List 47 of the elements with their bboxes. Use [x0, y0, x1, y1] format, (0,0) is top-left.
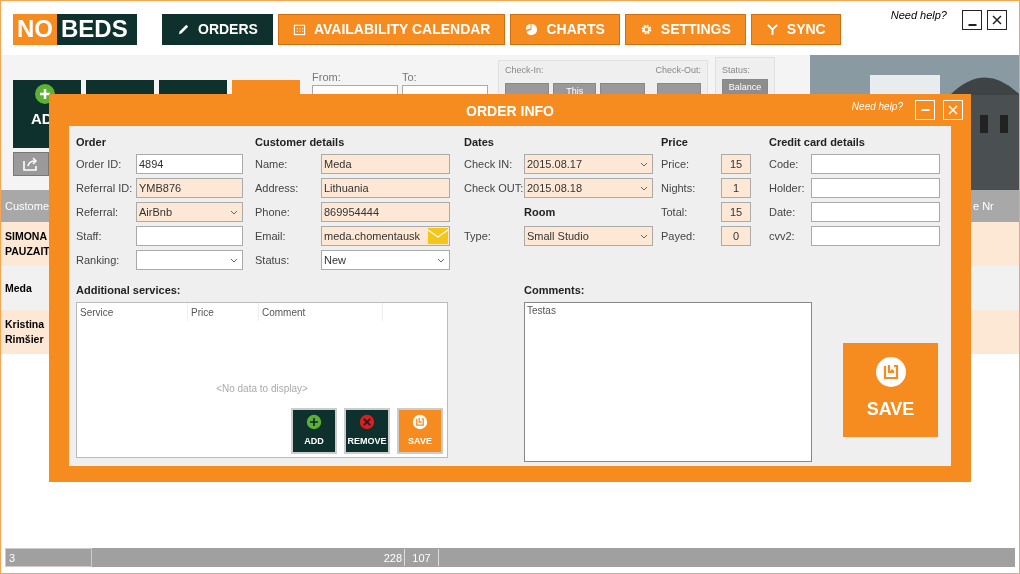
field-label: To: [402, 71, 418, 83]
field-label: Referral ID: [76, 182, 134, 194]
logo: NO BEDS [13, 13, 137, 45]
field-label: Code: [769, 158, 800, 170]
column-header: Price [188, 303, 259, 321]
field-label: Check-In: [505, 65, 544, 75]
section-heading: Additional services: [76, 283, 182, 298]
field-label: Check IN: [464, 158, 514, 170]
field-label: Status: [255, 254, 291, 266]
field-label: cvv2: [769, 230, 796, 242]
field-label: Referral: [76, 206, 120, 218]
field-label: Staff: [76, 230, 103, 242]
table-cell-text: Kristina Rimšier [4, 317, 46, 347]
table-cell-text: Meda [4, 280, 33, 296]
column-header: Custome [4, 199, 49, 214]
field-label: Check OUT: [464, 182, 524, 194]
field-label: Price: [661, 158, 691, 170]
status-cell: 107 [405, 549, 439, 566]
section-heading: Room [524, 205, 556, 220]
field-label: Name: [255, 158, 289, 170]
column-header: Service [77, 303, 188, 321]
column-header: Comment [259, 303, 383, 321]
dialog-title: ORDER INFO [465, 103, 555, 119]
table-cell-text: SIMONA PAUZAIT [4, 229, 49, 259]
field-label: Holder: [769, 182, 806, 194]
field-label: Ranking: [76, 254, 121, 266]
field-label: Status: [722, 65, 750, 75]
status-cell: 228 [92, 549, 405, 566]
field-label: Nights: [661, 182, 697, 194]
field-label: Address: [255, 182, 300, 194]
status-cell: 3 [5, 548, 92, 567]
section-heading: Comments: [524, 283, 586, 298]
field-label: Type: [464, 230, 492, 242]
column-header: e Nr [972, 199, 995, 214]
section-heading: Price [661, 135, 689, 150]
field-label: Total: [661, 206, 689, 218]
field-label: Phone: [255, 206, 291, 218]
field-label: Email: [255, 230, 287, 242]
section-heading: Customer details [255, 135, 346, 150]
field-label: Payed: [661, 230, 697, 242]
empty-message: <No data to display> [216, 383, 308, 394]
field-label: Check-Out: [655, 65, 701, 75]
field-label: Order ID: [76, 158, 123, 170]
field-label: Date: [769, 206, 797, 218]
section-heading: Credit card details [769, 135, 866, 150]
field-label: From: [312, 71, 342, 83]
section-heading: Dates [464, 135, 495, 150]
